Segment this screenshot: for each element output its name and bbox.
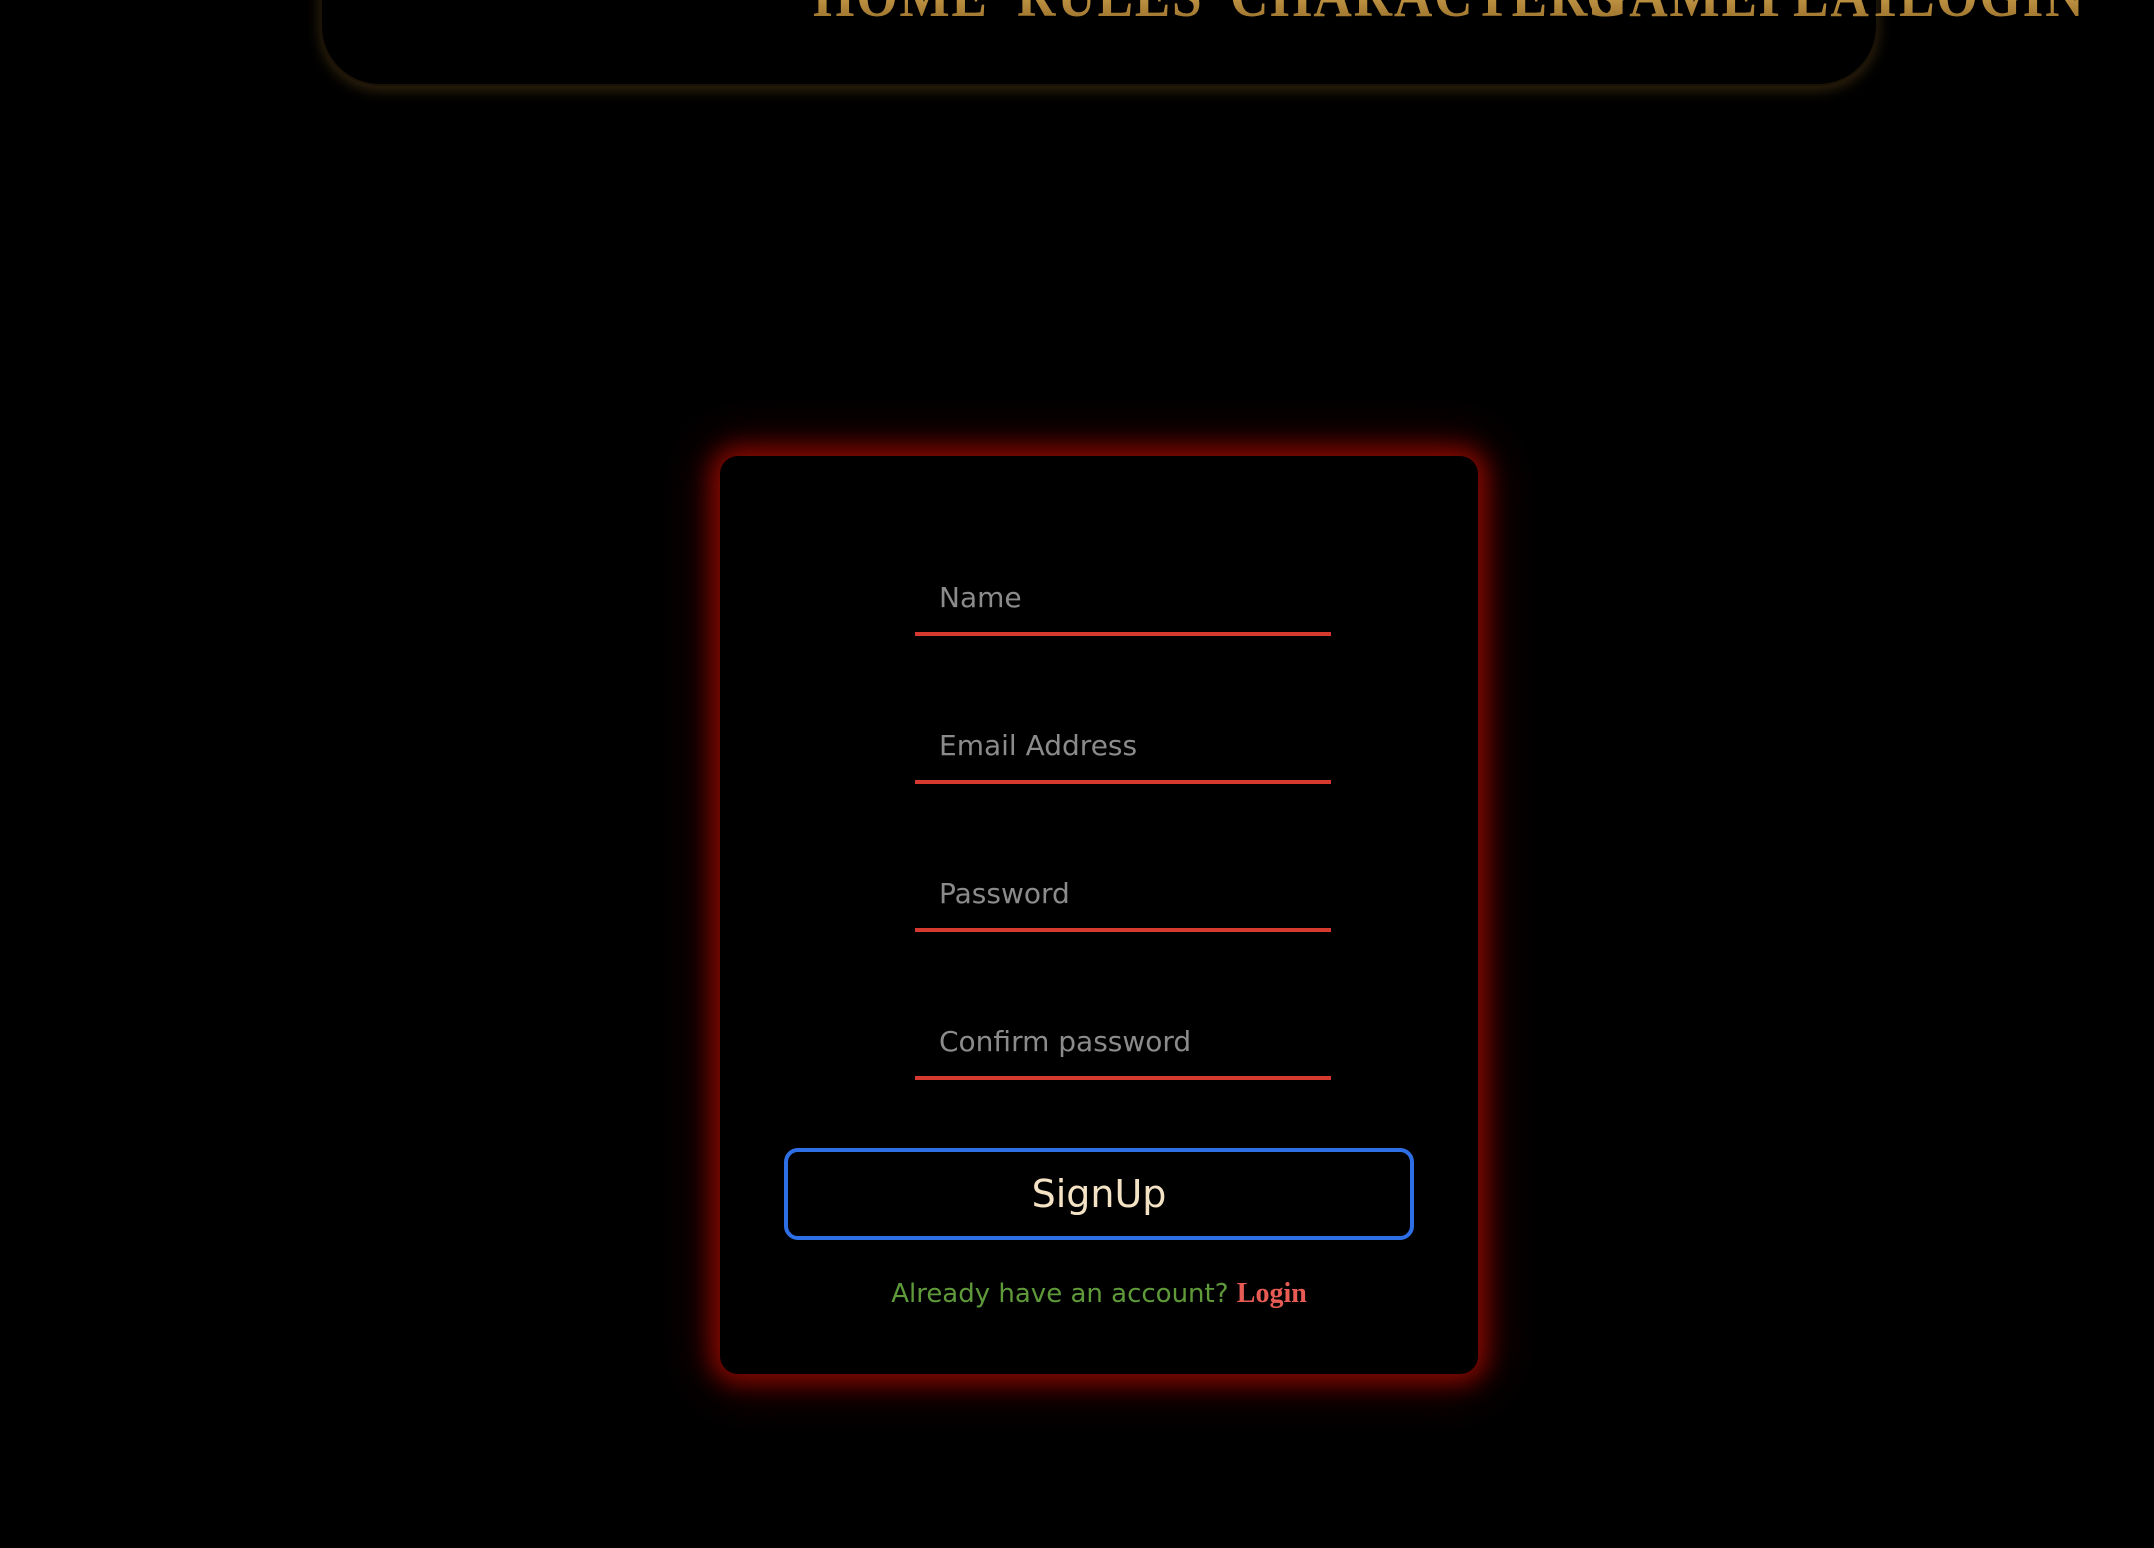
email-input[interactable] — [915, 710, 1331, 780]
nav-characters-link[interactable]: CHARACTERS — [1230, 0, 1620, 32]
name-input[interactable] — [915, 562, 1331, 632]
signup-card: SignUp Already have an account? Login — [720, 456, 1478, 1374]
email-field-wrapper — [915, 710, 1331, 784]
name-field-wrapper — [915, 562, 1331, 636]
nav-gameplay-link[interactable]: GAMEPLAY — [1586, 0, 1906, 32]
login-link[interactable]: Login — [1237, 1278, 1307, 1309]
password-input[interactable] — [915, 858, 1331, 928]
login-prompt: Already have an account? Login — [720, 1278, 1478, 1310]
nav-rules-link[interactable]: RULES — [1017, 0, 1203, 32]
nav-login-link[interactable]: LOGIN — [1899, 0, 2085, 32]
confirm-password-field-wrapper — [915, 1006, 1331, 1080]
account-prompt-text: Already have an account? — [891, 1279, 1237, 1309]
nav-home-link[interactable]: HOME — [813, 0, 989, 32]
password-field-wrapper — [915, 858, 1331, 932]
confirm-password-input[interactable] — [915, 1006, 1331, 1076]
top-navbar: HOME RULES CHARACTERS GAMEPLAY LOGIN — [320, 0, 2084, 86]
signup-button[interactable]: SignUp — [784, 1148, 1414, 1240]
